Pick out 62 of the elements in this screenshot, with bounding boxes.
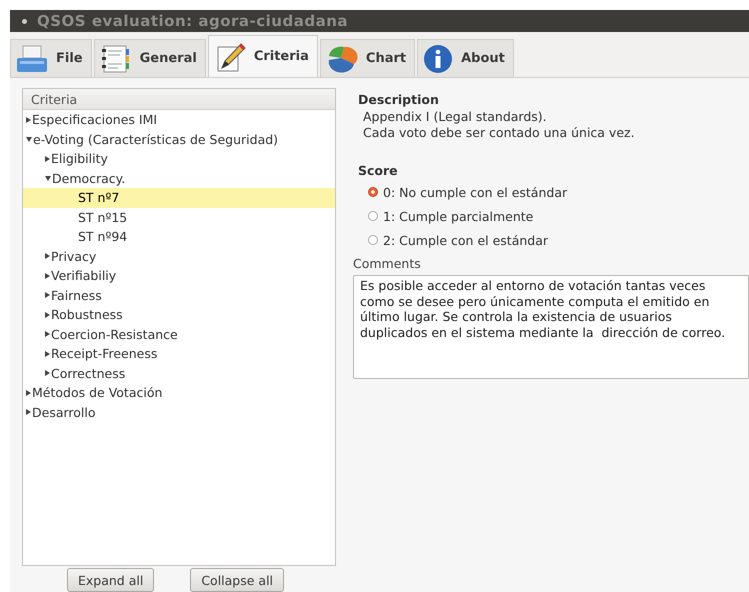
expanded-triangle-icon[interactable] [26,136,32,142]
radio-icon[interactable] [368,211,378,221]
notebook-icon [100,44,132,74]
collapsed-triangle-icon[interactable] [45,272,50,279]
collapsed-triangle-icon[interactable] [45,312,50,318]
collapsed-triangle-icon[interactable] [45,292,50,298]
tree-row[interactable]: Correctness [23,364,335,383]
tree-row[interactable]: Desarrollo [23,402,335,422]
tab-label: File [56,51,83,66]
tab[interactable]: About [417,39,514,77]
tree-row[interactable]: Métodos de Votación [23,383,335,402]
info-icon [423,44,454,74]
expanded-triangle-icon[interactable] [45,176,51,181]
tab-label: About [461,51,505,66]
tab-label: Chart [366,51,406,66]
printer-icon [16,44,48,74]
tree-row[interactable]: Democracy. [23,168,335,188]
tree-row[interactable]: ST nº94 [23,227,335,246]
description-text: Cada voto debe ser contado una única vez. [362,125,636,141]
collapsed-triangle-icon[interactable] [45,156,50,162]
radio-label: 2: Cumple con el estándar [383,232,548,248]
collapsed-triangle-icon[interactable] [26,116,31,123]
window-dot-icon[interactable] [22,18,27,24]
tree-row[interactable]: Fairness [23,286,335,305]
tree-button[interactable]: Collapse all [190,568,284,592]
collapsed-triangle-icon[interactable] [26,390,31,396]
radio-icon[interactable] [368,187,378,197]
tree-row[interactable]: Coercion-Resistance [23,324,335,344]
collapsed-triangle-icon[interactable] [45,253,50,260]
column-header[interactable]: Criteria [23,89,335,110]
tree-button[interactable]: Expand all [67,568,154,592]
comments-field[interactable]: Es posible acceder al entorno de votación tantas veces como se desee pero únicamente computa el emitido en último lugar. Se controla la existencia de usuarios duplicados en el sistema mediante la dirección de correo. [353,275,749,379]
tree-row[interactable]: Robustness [23,305,335,324]
tree-row[interactable]: Especificaciones IMI [23,110,335,130]
radio-option[interactable]: 2: Cumple con el estándar [353,228,749,252]
tab[interactable]: File [10,39,92,77]
tab[interactable]: General [94,39,206,77]
section-heading: Score [357,163,399,178]
collapsed-triangle-icon[interactable] [26,409,31,416]
tab-label: Criteria [254,49,309,64]
collapsed-triangle-icon[interactable] [45,350,50,357]
description-text: Appendix I (Legal standards). [362,109,548,125]
radio-option[interactable]: 1: Cumple parcialmente [353,204,749,228]
tree-row[interactable]: ST nº15 [23,208,335,227]
section-heading: Description [357,92,440,107]
tree-row[interactable]: ST nº7 [23,188,335,208]
window-title: QSOS evaluation: agora-ciudadana [37,12,348,30]
tree-row[interactable]: Privacy [23,246,335,266]
radio-label: 1: Cumple parcialmente [383,208,534,224]
tree-row[interactable]: e-Voting (Características de Seguridad) [23,130,335,149]
radio-option[interactable]: 0: No cumple con el estándar [353,180,749,204]
collapsed-triangle-icon[interactable] [45,370,50,376]
tab[interactable]: Criteria [208,35,318,77]
tab[interactable]: Chart [320,39,416,77]
tab-label: General [140,51,197,66]
radio-label: 0: No cumple con el estándar [383,184,568,200]
tree-row[interactable]: Receipt-Freeness [23,344,335,364]
comments-label: Comments [353,256,422,271]
radio-icon[interactable] [368,235,378,245]
tree-row[interactable]: Verifiabiliy [23,266,335,286]
collapsed-triangle-icon[interactable] [45,331,50,338]
tree-row[interactable]: Eligibility [23,149,335,168]
